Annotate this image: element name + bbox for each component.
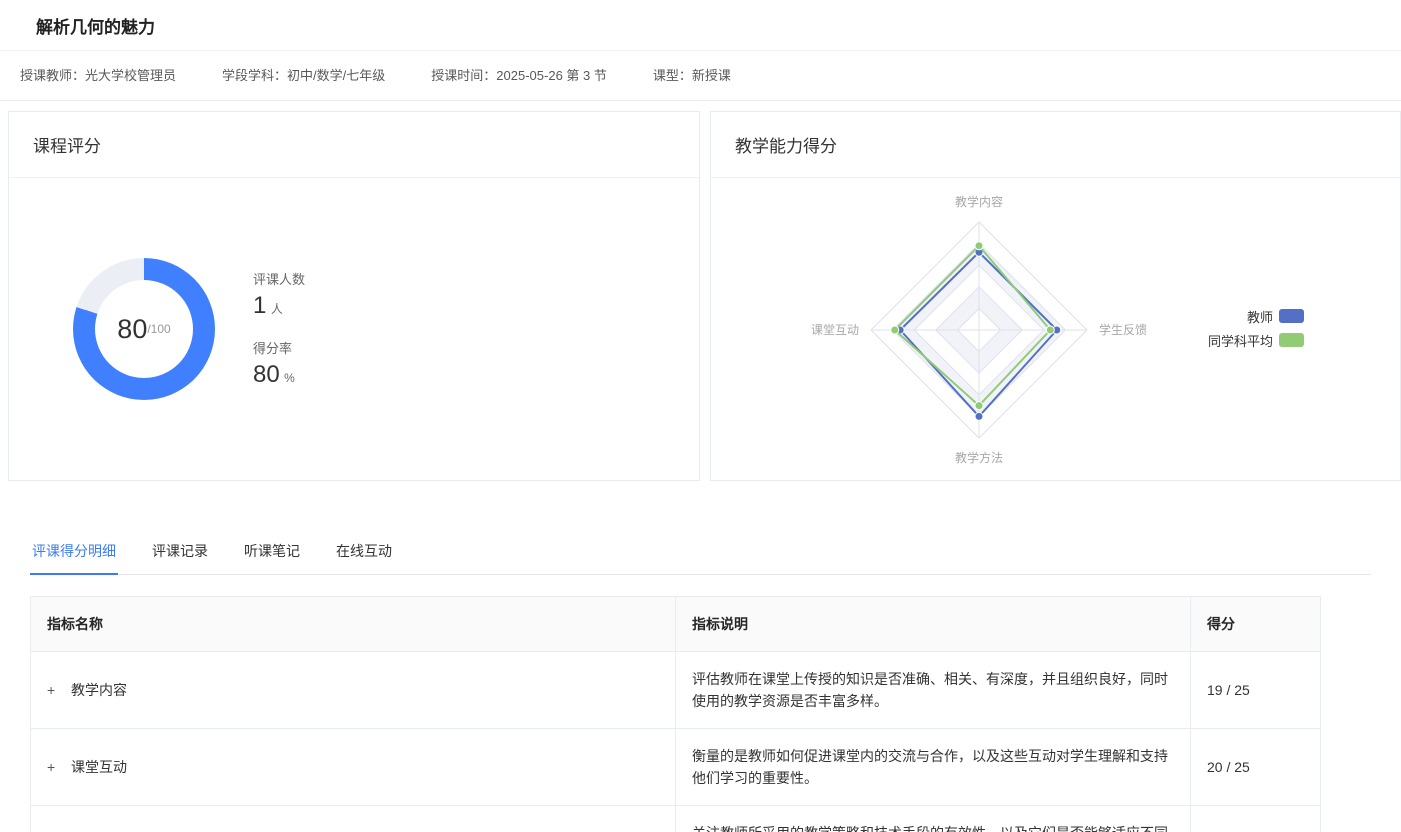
- donut-center: 80/100: [95, 280, 193, 378]
- tab-score-detail[interactable]: 评课得分明细: [30, 529, 118, 575]
- cards-row: 课程评分 80/100 评课人数 1 人 得分率 80 % 教学能力得分 教学内…: [0, 101, 1401, 481]
- tabs-bar: 评课得分明细 评课记录 听课笔记 在线互动: [30, 529, 1371, 575]
- legend-teacher-marker-icon: [1279, 309, 1304, 323]
- col-header-indicator-desc: 指标说明: [676, 597, 1191, 652]
- tabs-section: 评课得分明细 评课记录 听课笔记 在线互动: [0, 481, 1401, 575]
- table-header-row: 指标名称 指标说明 得分: [31, 597, 1321, 652]
- course-score-card-title: 课程评分: [9, 112, 699, 178]
- indicator-name-cell: +教学方法: [31, 806, 676, 832]
- meta-time: 授课时间：2025-05-26 第 3 节: [431, 65, 607, 84]
- meta-subject: 学段学科：初中/数学/七年级: [222, 65, 385, 84]
- score-detail-table-wrap: 指标名称 指标说明 得分 + 教学内容 评估教师在课堂上传授的知识是否准确、相关、…: [30, 596, 1320, 832]
- svg-text:学生反馈: 学生反馈: [1099, 322, 1147, 337]
- meta-time-value: 2025-05-26 第 3 节: [496, 68, 607, 83]
- col-header-score: 得分: [1191, 597, 1321, 652]
- rater-count-value: 1: [253, 292, 266, 319]
- meta-subject-label: 学段学科：: [222, 68, 287, 83]
- rater-count: 1 人: [253, 292, 305, 320]
- legend-subject-average-marker-icon: [1279, 333, 1304, 347]
- legend-item-teacher[interactable]: 教师: [1208, 304, 1304, 328]
- page-title-row: 解析几何的魅力: [0, 0, 1401, 51]
- meta-teacher: 授课教师：光大学校管理员: [20, 65, 176, 84]
- donut-wrap: 80/100 评课人数 1 人 得分率 80 %: [9, 178, 699, 400]
- meta-teacher-label: 授课教师：: [20, 68, 85, 83]
- expand-icon[interactable]: +: [47, 679, 61, 701]
- meta-course-type: 课型：新授课: [653, 65, 731, 84]
- meta-course-type-value: 新授课: [692, 68, 731, 83]
- indicator-name: 教学内容: [71, 682, 127, 698]
- score-rate-label: 得分率: [253, 338, 305, 357]
- meta-course-type-label: 课型：: [653, 68, 692, 83]
- svg-text:教学内容: 教学内容: [955, 194, 1003, 209]
- meta-subject-value: 初中/数学/七年级: [287, 68, 385, 83]
- indicator-score-cell: 20 / 25: [1191, 729, 1321, 806]
- score-rate-unit: %: [284, 371, 295, 385]
- expand-icon[interactable]: +: [47, 756, 61, 778]
- page-title: 解析几何的魅力: [36, 13, 1365, 38]
- radar-chart: 教学内容学生反馈教学方法 课堂互动: [711, 178, 1271, 476]
- course-score-card-body: 80/100 评课人数 1 人 得分率 80 %: [9, 178, 699, 476]
- score-detail-table: 指标名称 指标说明 得分 + 教学内容 评估教师在课堂上传授的知识是否准确、相关、…: [30, 596, 1321, 832]
- meta-time-label: 授课时间：: [431, 68, 496, 83]
- donut-score-max: /100: [147, 322, 170, 336]
- indicator-score-cell: 19 / 25: [1191, 652, 1321, 729]
- legend-item-subject-average[interactable]: 同学科平均: [1208, 328, 1304, 352]
- indicator-desc-cell: 关注教师所采用的教学策略和技术手段的有效性，以及它们是否能够适应不同的学习风格和…: [676, 806, 1191, 832]
- indicator-name-cell: + 课堂互动: [31, 729, 676, 806]
- course-score-card: 课程评分 80/100 评课人数 1 人 得分率 80 %: [8, 111, 700, 481]
- table-row: + 课堂互动 衡量的是教师如何促进课堂内的交流与合作，以及这些互动对学生理解和支持…: [31, 729, 1321, 806]
- tab-listening-notes[interactable]: 听课笔记: [242, 529, 302, 575]
- table-row: +教学方法 关注教师所采用的教学策略和技术手段的有效性，以及它们是否能够适应不同…: [31, 806, 1321, 832]
- page-header: 解析几何的魅力 授课教师：光大学校管理员 学段学科：初中/数学/七年级 授课时间…: [0, 0, 1401, 101]
- tab-online-interaction[interactable]: 在线互动: [334, 529, 394, 575]
- table-row: + 教学内容 评估教师在课堂上传授的知识是否准确、相关、有深度，并且组织良好，同时…: [31, 652, 1321, 729]
- svg-text:教学方法: 教学方法: [955, 450, 1003, 465]
- indicator-desc-cell: 衡量的是教师如何促进课堂内的交流与合作，以及这些互动对学生理解和支持他们学习的重…: [676, 729, 1191, 806]
- score-rate-value: 80: [253, 361, 280, 388]
- radar-legend: 教师 同学科平均: [1208, 304, 1304, 352]
- svg-text:课堂互动: 课堂互动: [811, 323, 859, 337]
- col-header-indicator-name: 指标名称: [31, 597, 676, 652]
- indicator-name: 课堂互动: [71, 759, 127, 775]
- course-score-donut-chart: 80/100: [73, 258, 215, 400]
- legend-teacher-label: 教师: [1247, 307, 1273, 326]
- teaching-ability-card-body: 教学内容学生反馈教学方法 课堂互动 教师 同学科平均: [711, 178, 1400, 476]
- indicator-name-cell: + 教学内容: [31, 652, 676, 729]
- meta-teacher-value: 光大学校管理员: [85, 68, 176, 83]
- teaching-ability-card: 教学能力得分 教学内容学生反馈教学方法 课堂互动 教师 同学科平均: [710, 111, 1401, 481]
- rater-count-label: 评课人数: [253, 269, 305, 288]
- legend-subject-average-label: 同学科平均: [1208, 331, 1273, 350]
- course-meta-row: 授课教师：光大学校管理员 学段学科：初中/数学/七年级 授课时间：2025-05…: [0, 51, 1401, 100]
- tab-review-records[interactable]: 评课记录: [150, 529, 210, 575]
- donut-score-value: 80: [117, 314, 147, 345]
- score-stats: 评课人数 1 人 得分率 80 %: [253, 269, 305, 389]
- teaching-ability-card-title: 教学能力得分: [711, 112, 1400, 178]
- rater-count-unit: 人: [271, 302, 283, 316]
- score-rate: 80 %: [253, 361, 305, 389]
- indicator-desc-cell: 评估教师在课堂上传授的知识是否准确、相关、有深度，并且组织良好，同时使用的教学资…: [676, 652, 1191, 729]
- indicator-score-cell: 22 / 25: [1191, 806, 1321, 832]
